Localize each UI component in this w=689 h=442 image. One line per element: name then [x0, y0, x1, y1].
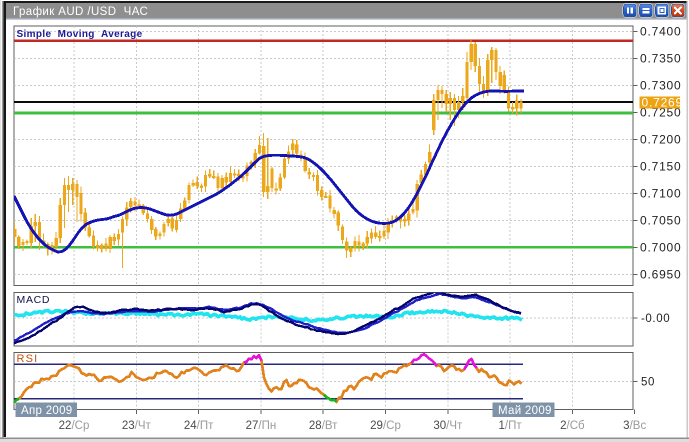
- svg-text:0.7400: 0.7400: [640, 25, 682, 39]
- svg-text:Май 2009: Май 2009: [498, 405, 552, 417]
- svg-text:-0.00: -0.00: [641, 313, 670, 325]
- svg-text:29/Ср: 29/Ср: [370, 420, 401, 432]
- svg-text:0.6950: 0.6950: [640, 267, 682, 281]
- svg-text:50: 50: [641, 377, 655, 389]
- svg-text:RSI: RSI: [17, 353, 39, 365]
- svg-text:0.7100: 0.7100: [640, 187, 682, 201]
- svg-text:0.7200: 0.7200: [640, 133, 682, 147]
- svg-text:24/Пт: 24/Пт: [184, 420, 214, 432]
- svg-text:27/Пн: 27/Пн: [246, 420, 277, 432]
- svg-text:Апр 2009: Апр 2009: [21, 405, 72, 417]
- svg-text:0.7350: 0.7350: [640, 52, 682, 66]
- svg-text:3/Вс: 3/Вс: [623, 420, 646, 432]
- svg-text:22/Ср: 22/Ср: [59, 420, 90, 432]
- svg-text:28/Вт: 28/Вт: [309, 420, 338, 432]
- svg-text:0.7300: 0.7300: [640, 79, 682, 93]
- svg-text:0.7150: 0.7150: [640, 160, 682, 174]
- svg-text:0.7000: 0.7000: [640, 241, 682, 255]
- svg-text:MACD: MACD: [17, 294, 51, 306]
- svg-text:Simple Moving Average: Simple Moving Average: [17, 29, 143, 40]
- svg-text:30/Чт: 30/Чт: [433, 420, 463, 432]
- svg-text:0.7050: 0.7050: [640, 214, 682, 228]
- svg-text:23/Чт: 23/Чт: [122, 420, 152, 432]
- svg-text:1/Пт: 1/Пт: [499, 420, 523, 432]
- svg-text:2/Сб: 2/Сб: [560, 420, 585, 432]
- svg-text:График AUD /USD ЧАС: График AUD /USD ЧАС: [13, 6, 148, 18]
- svg-text:0.7269: 0.7269: [642, 95, 684, 109]
